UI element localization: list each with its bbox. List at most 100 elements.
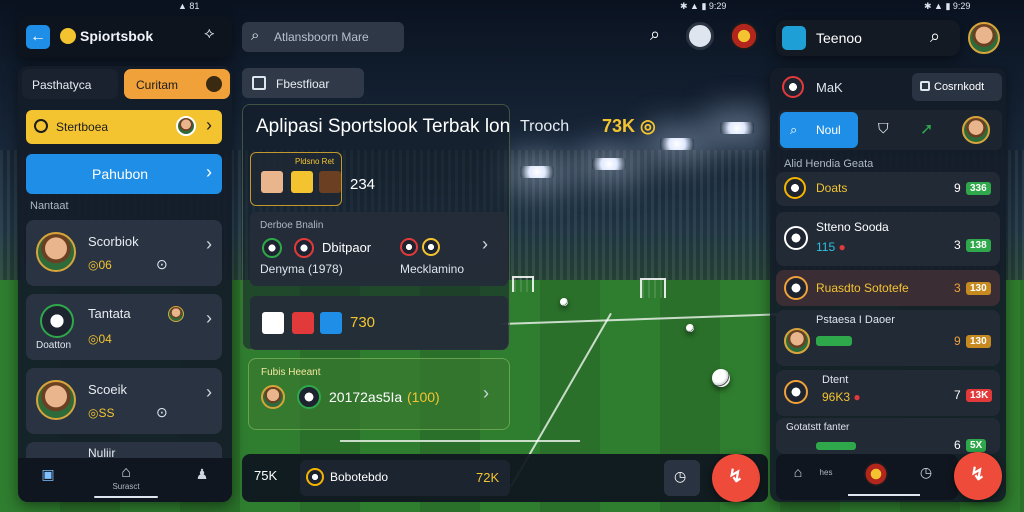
team-thumb	[291, 171, 313, 193]
search-icon[interactable]: ⌕	[650, 24, 660, 45]
nav-profile[interactable]: ♟	[190, 466, 214, 483]
profile-icon: ♟	[195, 466, 209, 482]
team-crest-icon	[782, 76, 804, 98]
team-name: Mecklamino	[400, 262, 465, 276]
search-icon[interactable]: ⌕	[930, 26, 940, 47]
item-subtitle: Doatton	[36, 340, 72, 351]
team-thumb	[292, 312, 314, 334]
settings-icon[interactable]	[686, 22, 714, 50]
match-card[interactable]: Pldsno Ret	[250, 152, 342, 206]
nav-label: Surasct	[112, 482, 140, 491]
nav-label-item[interactable]: hes	[814, 468, 838, 477]
list-item[interactable]: Doats 9 336	[776, 172, 1000, 206]
shield-icon[interactable]: ⛉	[878, 120, 889, 137]
app-name: Spiortsbok	[80, 28, 154, 44]
list-item[interactable]: Stteno Sooda 115 ● 3 138	[776, 212, 1000, 266]
team-crest-icon	[784, 276, 808, 300]
header-button[interactable]: Cosrnkodt	[912, 73, 1002, 101]
match-card[interactable]: 730	[250, 296, 508, 350]
team-crest-icon	[400, 238, 418, 256]
chevron-right-icon: ›	[206, 115, 212, 135]
chevron-right-icon: ›	[483, 383, 489, 403]
list-item[interactable]: Gotatstt fanter 6 5X	[776, 418, 1000, 454]
chevron-right-icon: ›	[482, 234, 488, 254]
list-item[interactable]: Pstaesa I Daoer 9 130	[776, 310, 1000, 366]
stadium-icon: ⌂	[121, 464, 131, 481]
item-title: Scorbiok	[88, 234, 139, 249]
card-value: 234	[350, 176, 376, 193]
list-item[interactable]: Scorbiok ◎06 ⊙ ›	[26, 220, 222, 286]
match-ticker[interactable]: Bobotebdo 72K	[300, 460, 510, 496]
timer-icon: ◷	[674, 468, 687, 484]
nav-clock[interactable]: ◷	[916, 464, 936, 481]
trend-icon[interactable]: ➚	[920, 119, 933, 139]
card-value: 730	[350, 314, 376, 331]
odds-value: 06	[98, 258, 112, 272]
team-logo-icon[interactable]	[730, 22, 758, 50]
tab-noul[interactable]: ⌕ Noul	[780, 112, 858, 148]
team-thumb	[320, 312, 342, 334]
status-bar-right: ✱ ▲ ▮ 9:29	[924, 1, 971, 11]
calendar-icon	[920, 81, 930, 91]
item-odds: ◎06	[88, 258, 112, 272]
card-title: Fubis Heeant	[261, 367, 321, 378]
timer-button[interactable]: ◷	[664, 460, 700, 496]
filter-chip[interactable]: Fbestfioar	[242, 68, 364, 98]
player-avatar	[176, 116, 196, 136]
calendar-icon	[252, 76, 266, 90]
bet-fab-button[interactable]: ↯	[712, 454, 760, 502]
team-logo-icon[interactable]	[864, 462, 888, 486]
team-crest-icon	[784, 380, 808, 404]
tab-curitam[interactable]: Curitam	[124, 69, 230, 99]
ball-outline-icon: ⊙	[156, 404, 168, 420]
status-bar-left: ▲ 81	[178, 1, 200, 11]
nav-home[interactable]: ▣	[36, 466, 60, 483]
search-bar[interactable]: ⌕ Atlansboorn Mare	[242, 22, 404, 52]
odds-badge: 130	[966, 335, 991, 348]
item-score: 9	[954, 181, 961, 195]
form-bar	[816, 336, 852, 346]
list-item[interactable]: Doatton Tantata ◎04 ›	[26, 294, 222, 360]
status-time: 81	[189, 1, 200, 11]
item-title: Pstaesa I Daoer	[816, 314, 895, 326]
item-score: 3	[954, 281, 961, 295]
list-item[interactable]: Ruasdto Sototefe 3 130	[776, 270, 1000, 306]
headline: Aplipasi Sportslook Terbak lon	[256, 116, 511, 137]
tab-pasthatyca[interactable]: Pasthatyca	[22, 69, 118, 99]
list-header: Alid Hendia Geata	[784, 158, 874, 170]
item-title: Dtent	[822, 374, 849, 386]
list-item[interactable]: Dtent 96K3 ● 7 13K	[776, 370, 1000, 416]
match-value: 72K	[476, 470, 500, 485]
item-score: 3	[954, 238, 961, 252]
primary-button[interactable]: Pahubon ›	[26, 154, 222, 194]
clock-icon: ◷	[919, 464, 933, 480]
section-title: Nantaat	[30, 200, 69, 212]
bet-fab-button[interactable]: ↯	[954, 452, 1002, 500]
floodlight	[520, 166, 554, 178]
back-arrow-icon[interactable]: ←	[26, 25, 50, 49]
nav-stadium[interactable]: ⌂ Surasct	[98, 464, 154, 491]
odds-value: 04	[98, 332, 112, 346]
home-icon: ▣	[41, 466, 55, 482]
goal-net	[640, 278, 666, 298]
match-card-highlight[interactable]: Fubis Heeant 20172as5Ia (100) ›	[248, 358, 510, 430]
match-card[interactable]: Derboe Bnalin Dbitpaor Denyma (1978) Mec…	[250, 212, 508, 286]
search-icon: ⌕	[790, 122, 798, 137]
team-crest-icon	[784, 177, 806, 199]
floodlight	[660, 138, 694, 150]
user-avatar[interactable]	[968, 22, 1000, 54]
player-avatar[interactable]	[962, 116, 990, 144]
share-icon[interactable]: ⟡	[204, 25, 215, 43]
ball-outline-icon: ⊙	[156, 256, 168, 272]
team-crest-icon	[422, 238, 440, 256]
card-value: 20172as5Ia	[329, 389, 403, 405]
right-app-header: Teenoo ⌕	[776, 20, 960, 56]
tab-label: Pasthatyca	[32, 78, 92, 92]
status-time: 9:29	[952, 1, 971, 11]
promo-banner[interactable]: Stertboea ›	[26, 110, 222, 144]
odds-badge: 13K	[966, 389, 993, 402]
list-item[interactable]: Scoeik ◎SS ⊙ ›	[26, 368, 222, 434]
tab-label: Noul	[816, 123, 841, 137]
promo-label: Stertboea	[56, 120, 109, 134]
nav-home[interactable]: ⌂	[788, 464, 808, 480]
